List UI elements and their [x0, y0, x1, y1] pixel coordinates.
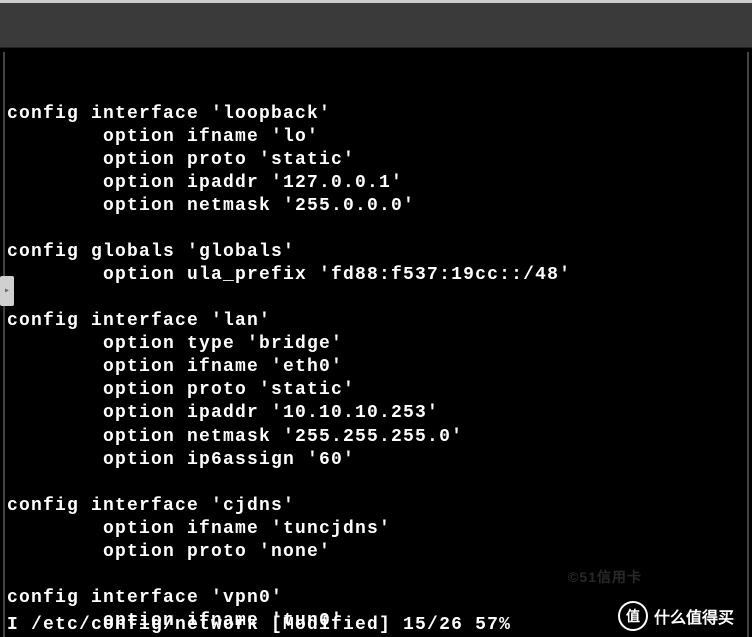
editor-line: option proto 'none' — [7, 541, 745, 564]
editor-line — [7, 80, 745, 103]
site-badge: 值 什么值得买 — [618, 601, 734, 631]
badge-label: 什么值得买 — [654, 604, 734, 628]
editor-line: option ula_prefix 'fd88:f537:19cc::/48' — [7, 264, 745, 287]
editor-line: config globals 'globals' — [7, 241, 745, 264]
editor-line — [7, 57, 745, 80]
editor-line: option ifname 'tuncjdns' — [7, 518, 745, 541]
watermark-text: ©51信用卡 — [568, 567, 642, 587]
editor-line: option proto 'static' — [7, 379, 745, 402]
editor-viewport[interactable]: config interface 'loopback' option ifnam… — [7, 57, 745, 637]
editor-line: config interface 'lan' — [7, 310, 745, 333]
window-titlebar — [0, 0, 752, 48]
editor-line: option ipaddr '10.10.10.253' — [7, 402, 745, 425]
badge-char: 值 — [626, 606, 640, 626]
editor-line: config interface 'cjdns' — [7, 495, 745, 518]
editor-line: option netmask '255.0.0.0' — [7, 195, 745, 218]
badge-icon: 值 — [618, 601, 648, 631]
editor-line — [7, 287, 745, 310]
editor-line: option ifname 'lo' — [7, 126, 745, 149]
editor-line — [7, 218, 745, 241]
editor-line: config interface 'loopback' — [7, 103, 745, 126]
editor-line: option proto 'static' — [7, 149, 745, 172]
editor-line: option ipaddr '127.0.0.1' — [7, 172, 745, 195]
editor-line: option netmask '255.255.255.0' — [7, 426, 745, 449]
editor-line — [7, 472, 745, 495]
editor-line: option ip6assign '60' — [7, 449, 745, 472]
editor-line: option type 'bridge' — [7, 333, 745, 356]
editor-line: option ifname 'eth0' — [7, 356, 745, 379]
